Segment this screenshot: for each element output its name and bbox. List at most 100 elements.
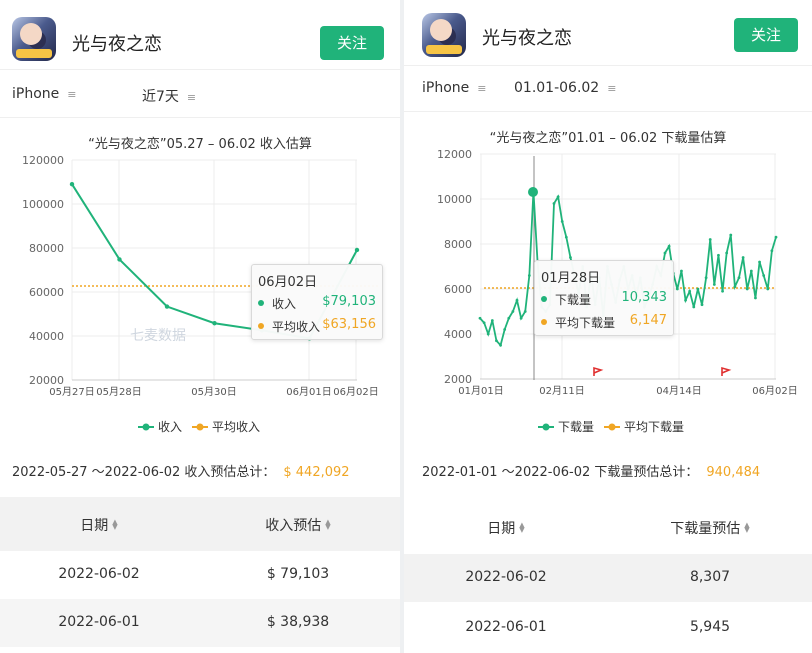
column-header-revenue[interactable]: 收入预估 ▲ ▼ [198,515,398,535]
data-point[interactable] [770,249,774,253]
data-point[interactable] [117,257,122,262]
data-point[interactable] [564,235,568,239]
data-point[interactable] [486,332,490,336]
highlight-point[interactable] [528,187,538,197]
follow-button[interactable]: 关注 [734,18,798,52]
tooltip-value: 6,147 [629,313,667,328]
data-point[interactable] [511,310,515,313]
y-tick-label: 8000 [444,238,472,251]
data-point[interactable] [712,283,716,286]
data-point[interactable] [758,260,761,264]
y-tick-label: 4000 [444,328,472,341]
tooltip-label: 收入 [272,297,297,311]
y-tick-label: 12000 [437,148,472,161]
event-flag-icon[interactable] [593,366,604,376]
data-point[interactable] [741,256,745,259]
data-point[interactable] [663,251,667,255]
data-point[interactable] [721,289,724,293]
y-tick-label: 100000 [22,198,64,211]
row-value: $ 79,103 [266,566,330,582]
y-tick-label: 20000 [29,374,64,387]
app-icon[interactable] [12,17,56,61]
data-point[interactable] [692,305,696,309]
data-point[interactable] [507,316,511,320]
table-row: 2022-06-02 $ 79,103 [0,551,400,599]
table-row: 2022-06-01 $ 38,938 [0,599,400,647]
data-point[interactable] [354,247,360,253]
data-point[interactable] [503,328,507,331]
data-point[interactable] [729,233,733,237]
table-row: 2022-06-01 5,945 [404,604,812,652]
data-point[interactable] [700,303,704,307]
total-value: 940,484 [706,465,761,480]
data-point[interactable] [212,321,217,326]
range-filter[interactable]: 01.01-06.02 ≡ [514,80,616,96]
row-date: 2022-06-02 [58,566,140,582]
data-point[interactable] [754,296,757,300]
data-point[interactable] [556,195,560,199]
data-point[interactable] [766,287,770,291]
menu-icon: ≡ [477,82,487,95]
data-point[interactable] [696,287,700,291]
y-tick-label: 40000 [29,330,64,343]
data-point[interactable] [762,274,766,277]
data-point[interactable] [478,316,482,320]
tooltip-dot [541,296,547,302]
y-tick-label: 2000 [444,373,472,386]
app-title: 光与夜之恋 [482,28,572,49]
column-header-date[interactable]: 日期 ▲ ▼ [404,518,608,538]
data-point[interactable] [515,298,519,302]
data-point[interactable] [745,287,749,291]
data-point[interactable] [482,321,486,325]
filter-bar: iPhone ≡ 01.01-06.02 ≡ [404,66,812,112]
event-flag-icon[interactable] [721,366,732,376]
data-point[interactable] [69,182,75,187]
data-point[interactable] [527,274,531,277]
app-icon[interactable] [422,13,466,57]
data-point[interactable] [560,220,564,223]
tooltip-value: 10,343 [621,290,668,305]
data-point[interactable] [569,256,572,259]
data-point[interactable] [737,276,741,280]
legend-dot-average [608,423,616,431]
data-point[interactable] [675,287,679,291]
device-filter[interactable]: iPhone ≡ [422,80,486,96]
data-point[interactable] [688,289,692,293]
range-filter[interactable]: 近7天 ≡ [142,86,196,106]
data-point[interactable] [684,298,687,302]
data-point[interactable] [717,253,720,257]
data-point[interactable] [704,276,708,280]
legend-label-average[interactable]: 平均收入 [212,420,260,434]
data-point[interactable] [708,238,712,241]
column-header-downloads[interactable]: 下载量预估 ▲ ▼ [608,518,812,538]
legend-label-revenue[interactable]: 收入 [158,420,182,434]
data-point[interactable] [499,343,502,347]
data-point[interactable] [749,269,753,273]
data-point[interactable] [680,269,683,273]
data-point[interactable] [552,202,556,205]
device-filter[interactable]: iPhone ≡ [12,86,76,102]
data-point[interactable] [667,244,671,248]
column-header-date[interactable]: 日期 ▲ ▼ [0,515,198,535]
y-tick-label: 6000 [444,283,472,296]
legend-label-average[interactable]: 平均下载量 [624,420,684,434]
data-point[interactable] [519,316,523,320]
data-point[interactable] [490,319,494,322]
follow-button[interactable]: 关注 [320,26,384,60]
x-tick-label: 06月02日 [333,386,378,398]
data-point[interactable] [733,285,737,289]
tooltip-label: 平均收入 [272,320,321,334]
data-point[interactable] [523,310,527,313]
x-tick-label: 06月01日 [286,386,331,398]
data-point[interactable] [774,235,778,239]
tooltip-row-downloads: 下载量 [541,291,591,308]
data-point[interactable] [495,339,498,343]
table-header: 日期 ▲ ▼ 收入预估 ▲ ▼ [0,497,400,551]
downloads-total: 2022-01-01 ～2022-06-02 下载量预估总计： 940,484 [422,461,760,480]
legend-dot-average [196,423,204,431]
data-point[interactable] [725,251,729,255]
total-label: 2022-05-27 ～2022-06-02 收入预估总计： [12,465,276,480]
legend-label-downloads[interactable]: 下载量 [558,420,594,434]
tooltip-dot [258,300,264,306]
data-point[interactable] [164,304,170,309]
